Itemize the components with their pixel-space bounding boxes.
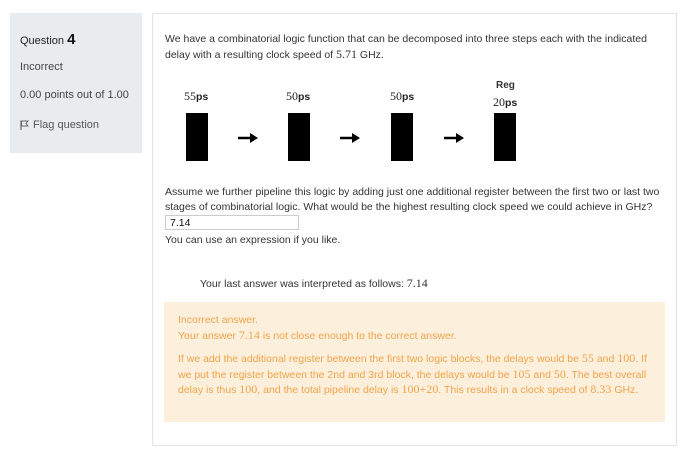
feedback-explanation: If we add the additional register betwee… — [178, 351, 647, 396]
arrow-right-icon — [340, 133, 360, 143]
register-delay-label: 20ps — [493, 95, 518, 109]
register-label: Reg — [496, 80, 515, 91]
question-content: We have a combinatorial logic function t… — [152, 13, 677, 446]
logic-block-2 — [288, 113, 310, 161]
question-number-value: 4 — [67, 31, 76, 48]
flag-question-label: Flag question — [33, 119, 100, 131]
register-block — [494, 113, 516, 161]
logic-block-3 — [391, 113, 413, 161]
feedback-box: Incorrect answer. Your answer 7.14 is no… — [164, 302, 665, 422]
answer-interpretation: Your last answer was interpreted as foll… — [200, 276, 428, 291]
interpretation-value: 7.14 — [406, 276, 428, 290]
expression-hint: You can use an expression if you like. — [165, 234, 341, 247]
question-status: Incorrect — [20, 61, 63, 73]
stage-2-delay-label: 50ps — [286, 89, 311, 103]
arrow-right-icon — [238, 133, 258, 143]
clock-speed-value: 5.71 — [336, 47, 358, 61]
question-prompt: Assume we further pipeline this logic by… — [165, 185, 670, 248]
feedback-answer-line: Your answer 7.14 is not close enough to … — [178, 327, 457, 342]
question-prompt-text: Assume we further pipeline this logic by… — [165, 186, 660, 213]
question-intro-text: We have a combinatorial logic function t… — [165, 33, 647, 61]
question-label: Question — [20, 35, 65, 47]
interpretation-text: Your last answer was interpreted as foll… — [200, 278, 407, 290]
question-info-panel: Question 4 Incorrect 0.00 points out of … — [10, 13, 142, 153]
stage-1-delay-label: 55ps — [184, 89, 209, 103]
answer-input[interactable]: 7.14 — [165, 215, 299, 230]
flag-question-button[interactable]: Flag question — [20, 119, 142, 131]
question-intro: We have a combinatorial logic function t… — [165, 32, 670, 63]
logic-block-1 — [186, 113, 208, 161]
clock-speed-unit: GHz. — [357, 49, 384, 61]
question-grade: 0.00 points out of 1.00 — [20, 89, 129, 101]
feedback-result: Incorrect answer. — [178, 314, 258, 326]
flag-icon — [20, 120, 29, 130]
stage-3-delay-label: 50ps — [390, 89, 415, 103]
question-number: Question 4 — [20, 31, 142, 48]
arrow-right-icon — [444, 133, 464, 143]
